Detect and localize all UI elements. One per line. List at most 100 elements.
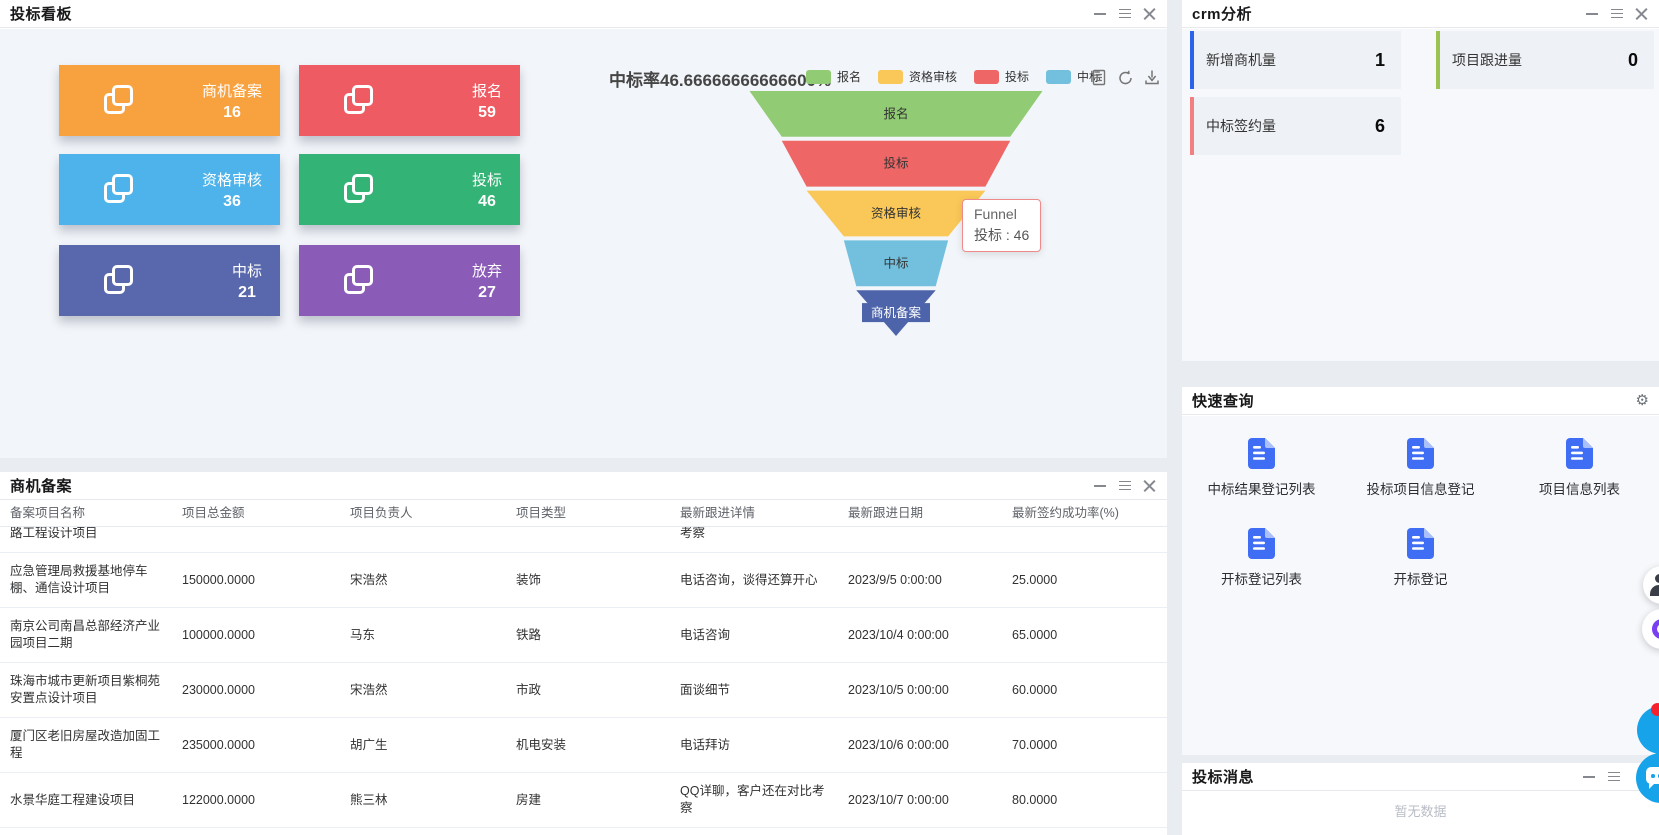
document-icon — [1407, 438, 1434, 469]
cell-amount: 230000.0000 — [172, 676, 340, 705]
crm-card-value: 1 — [1375, 50, 1385, 71]
download-icon[interactable] — [1143, 68, 1161, 87]
cell-type: 房建 — [506, 786, 670, 815]
cell-amount: 100000.0000 — [172, 621, 340, 650]
data-view-icon[interactable] — [1090, 68, 1108, 87]
gear-icon[interactable]: ⚙ — [1636, 393, 1649, 408]
empty-data-text: 暂无数据 — [1394, 801, 1446, 820]
cell-date: 2023/10/4 0:00:00 — [838, 621, 1002, 650]
minimize-icon[interactable] — [1582, 770, 1596, 784]
table-header-row: 备案项目名称项目总金额项目负责人项目类型最新跟进详情最新跟进日期最新签约成功率(… — [0, 501, 1167, 527]
opportunity-table: 备案项目名称项目总金额项目负责人项目类型最新跟进详情最新跟进日期最新签约成功率(… — [0, 501, 1167, 835]
cell-name: 水景华庭工程建设项目 — [0, 786, 172, 815]
refresh-icon[interactable] — [1116, 68, 1135, 87]
crm-stat-card[interactable]: 中标签约量 6 — [1190, 97, 1401, 155]
table-row[interactable]: 应急管理局救援基地停车棚、通信设计项目 150000.0000 宋浩然 装饰 电… — [0, 553, 1167, 608]
table-row[interactable]: 南京公司南昌总部经济产业园项目二期 100000.0000 马东 铁路 电话咨询… — [0, 608, 1167, 663]
close-icon[interactable] — [1143, 479, 1157, 493]
crm-card-label: 新增商机量 — [1206, 50, 1276, 70]
cell-amount — [172, 528, 340, 540]
legend-label: 报名 — [837, 68, 861, 85]
minimize-icon[interactable] — [1093, 7, 1107, 21]
quick-link[interactable]: 项目信息列表 — [1500, 438, 1659, 498]
cell-owner: 宋浩然 — [340, 676, 506, 705]
table-header-cell: 备案项目名称 — [0, 505, 172, 522]
crm-card-label: 中标签约量 — [1206, 116, 1276, 136]
win-rate-title: 中标率46.66666666666600% — [609, 66, 831, 91]
table-header-cell: 最新签约成功率(%) — [1002, 505, 1167, 522]
cell-rate — [1002, 528, 1167, 540]
legend-item[interactable]: 投标 — [974, 68, 1029, 85]
table-header-cell: 项目负责人 — [340, 505, 506, 522]
legend-label: 资格审核 — [909, 68, 957, 85]
cell-rate: 80.0000 — [1002, 786, 1167, 815]
cell-type: 市政 — [506, 676, 670, 705]
table-header-cell: 最新跟进详情 — [670, 505, 838, 522]
cell-type: 装饰 — [506, 566, 670, 595]
quick-link-label: 开标登记 — [1394, 568, 1448, 588]
legend-item[interactable]: 资格审核 — [878, 68, 957, 85]
legend-item[interactable]: 报名 — [806, 68, 861, 85]
menu-icon[interactable] — [1610, 7, 1624, 21]
table-header-cell: 项目总金额 — [172, 505, 340, 522]
quick-link[interactable]: 开标登记 — [1341, 528, 1500, 588]
cell-type: 机电安装 — [506, 731, 670, 760]
cell-date: 2023/10/6 0:00:00 — [838, 731, 1002, 760]
msg-window-title: 投标消息 — [1192, 766, 1254, 787]
cell-owner: 宋浩然 — [340, 566, 506, 595]
funnel-label: 报名 — [883, 106, 908, 121]
close-icon[interactable] — [1143, 7, 1157, 21]
crm-card-label: 项目跟进量 — [1452, 50, 1522, 70]
cell-type: 铁路 — [506, 621, 670, 650]
cell-owner: 胡广生 — [340, 731, 506, 760]
cell-amount: 150000.0000 — [172, 566, 340, 595]
table-body: 应急管理局救援基地停车棚、通信设计项目 150000.0000 宋浩然 装饰 电… — [0, 553, 1167, 828]
cell-name: 路工程设计项目 — [0, 527, 172, 548]
chart-tooltip: Funnel 投标 : 46 — [962, 199, 1041, 252]
table-row-clipped[interactable]: 路工程设计项目 考察 — [0, 527, 1167, 553]
chat-bubble-icon — [1646, 767, 1659, 784]
cell-rate: 25.0000 — [1002, 566, 1167, 595]
minimize-icon[interactable] — [1093, 479, 1107, 493]
document-icon — [1566, 438, 1593, 469]
cell-name: 应急管理局救援基地停车棚、通信设计项目 — [0, 557, 172, 603]
quick-link[interactable]: 开标登记列表 — [1182, 528, 1341, 588]
cell-amount: 122000.0000 — [172, 786, 340, 815]
menu-icon[interactable] — [1118, 479, 1132, 493]
quick-link-label: 项目信息列表 — [1539, 478, 1620, 498]
opp-titlebar: 商机备案 — [0, 472, 1167, 500]
minimize-icon[interactable] — [1585, 7, 1599, 21]
menu-icon[interactable] — [1118, 7, 1132, 21]
table-header-cell: 项目类型 — [506, 505, 670, 522]
cell-detail: QQ详聊，客户还在对比考察 — [670, 777, 838, 823]
close-icon[interactable] — [1635, 7, 1649, 21]
table-row[interactable]: 珠海市城市更新项目紫桐苑安置点设计项目 230000.0000 宋浩然 市政 面… — [0, 663, 1167, 718]
quick-link-label: 中标结果登记列表 — [1208, 478, 1316, 498]
quick-link-grid: 中标结果登记列表 投标项目信息登记 项目信息列表 — [1182, 416, 1659, 588]
crm-card-value: 6 — [1375, 116, 1385, 137]
cell-detail: 面谈细节 — [670, 676, 838, 705]
crm-stat-card[interactable]: 项目跟进量 0 — [1436, 31, 1654, 89]
crm-card-value: 0 — [1628, 50, 1638, 71]
crm-stat-card[interactable]: 新增商机量 1 — [1190, 31, 1401, 89]
funnel-label: 投标 — [883, 156, 908, 171]
menu-icon[interactable] — [1607, 770, 1621, 784]
crm-titlebar: crm分析 — [1182, 0, 1659, 28]
cell-owner: 马东 — [340, 621, 506, 650]
chart-toolbox — [1090, 68, 1161, 87]
table-row[interactable]: 水景华庭工程建设项目 122000.0000 熊三林 房建 QQ详聊，客户还在对… — [0, 773, 1167, 828]
cell-rate: 60.0000 — [1002, 676, 1167, 705]
legend-swatch — [806, 70, 831, 84]
cell-type — [506, 528, 670, 540]
quick-link[interactable]: 中标结果登记列表 — [1182, 438, 1341, 498]
table-row[interactable]: 厦门区老旧房屋改造加固工程 235000.0000 胡广生 机电安装 电话拜访 … — [0, 718, 1167, 773]
document-icon — [1407, 528, 1434, 559]
funnel-legend: 报名 资格审核 投标 中标 — [806, 68, 1101, 85]
tooltip-value: 投标 : 46 — [974, 225, 1029, 245]
notification-badge — [1651, 703, 1659, 716]
msg-titlebar: 投标消息 — [1182, 763, 1659, 791]
cell-owner: 熊三林 — [340, 786, 506, 815]
quick-link[interactable]: 投标项目信息登记 — [1341, 438, 1500, 498]
window-quick-query: 快速查询 ⚙ 中标结果登记列表 — [1182, 387, 1659, 755]
bid-content: 商机备案 16 报名 59 资格审核 36 — [0, 29, 1167, 458]
